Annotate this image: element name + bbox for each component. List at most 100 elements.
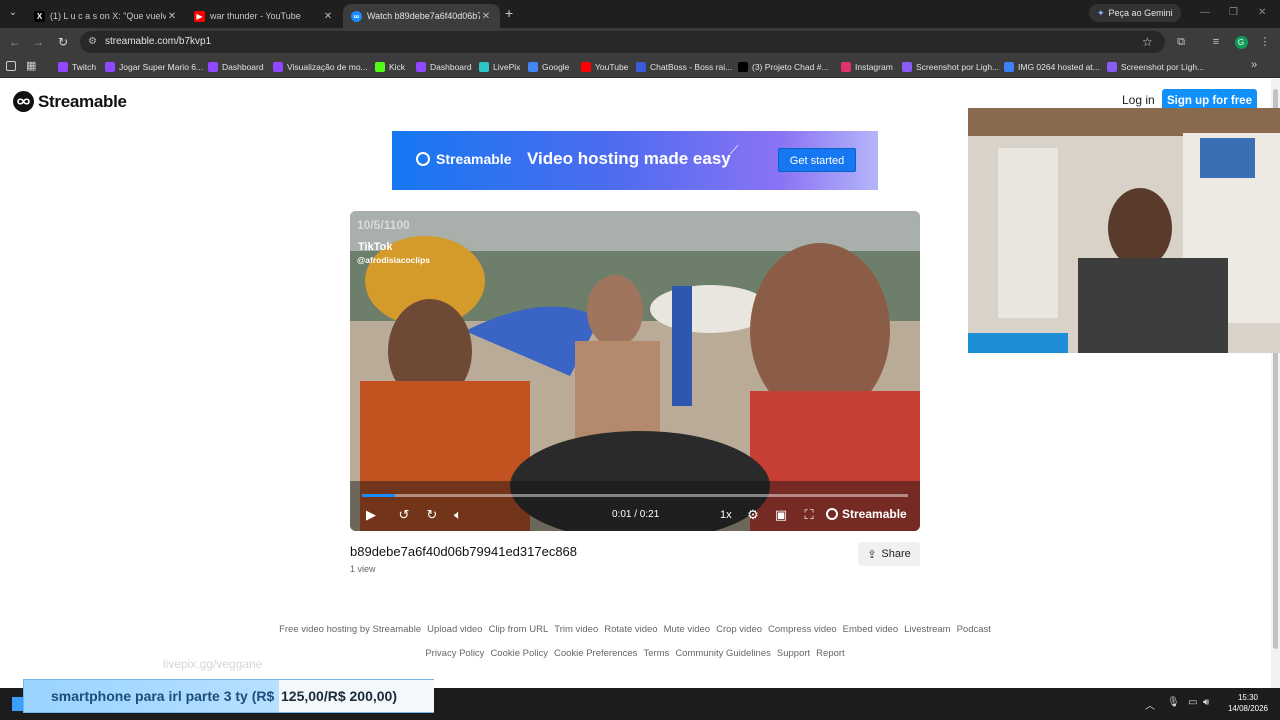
speaker-icon[interactable]: 🔊︎ (1203, 697, 1209, 708)
window-close-icon[interactable]: ✕ (1258, 7, 1266, 18)
bookmark-favicon-icon (273, 62, 283, 72)
site-info-icon[interactable]: ⚙ (88, 31, 97, 53)
streamable-icon (416, 152, 430, 166)
reload-icon[interactable]: ↻ (55, 34, 71, 50)
bookmark-favicon-icon (58, 62, 68, 72)
clock-date: 14/08/2026 (1227, 704, 1269, 713)
network-icon[interactable]: ▭ (1188, 697, 1197, 708)
forward-icon[interactable]: ↻ (422, 505, 442, 525)
tiktok-brand: TikTok (358, 241, 393, 253)
rewind-icon[interactable]: ↺ (394, 505, 414, 525)
donation-text: smartphone para irl parte 3 ty (R$ (51, 688, 275, 704)
bookmark-label: Dashboard (222, 62, 264, 72)
footer-link[interactable]: Podcast (957, 624, 991, 635)
login-link[interactable]: Log in (1122, 93, 1155, 107)
close-icon[interactable]: ✕ (166, 11, 178, 22)
speed-button[interactable]: 1x (720, 509, 732, 521)
back-icon[interactable]: ← (7, 34, 23, 50)
footer-link[interactable]: Cookie Policy (490, 648, 548, 659)
menu-kebab-icon[interactable]: ⋮ (1257, 34, 1273, 50)
volume-icon[interactable]: 🔈︎ (448, 505, 468, 525)
fullscreen-icon[interactable]: ⛶ (799, 505, 819, 525)
play-icon[interactable]: ▶ (361, 505, 381, 525)
bookmark-item[interactable]: YouTube (581, 60, 628, 74)
microphone-icon[interactable]: 🎙︎ (1167, 697, 1180, 708)
streamable-watermark[interactable]: Streamable (826, 507, 907, 521)
minimize-icon[interactable]: — (1200, 7, 1210, 18)
bookmark-favicon-icon (1107, 62, 1117, 72)
footer-link[interactable]: Privacy Policy (425, 648, 484, 659)
footer-link[interactable]: Trim video (554, 624, 598, 635)
promo-banner[interactable]: Streamable Video hosting made easy ⟋ Get… (392, 131, 878, 190)
footer-link[interactable]: Livestream (904, 624, 950, 635)
bookmarks-bar: ▦ Twitch Jogar Super Mario 6... Dashboard V… (0, 56, 1280, 78)
bookmark-item[interactable]: Jogar Super Mario 6... (105, 60, 203, 74)
profile-avatar[interactable]: G (1233, 34, 1249, 50)
footer-link[interactable]: Upload video (427, 624, 482, 635)
bookmark-item[interactable]: LivePix (479, 60, 520, 74)
share-button[interactable]: ⇪ Share (858, 542, 920, 566)
settings-gear-icon[interactable]: ⚙ (743, 505, 763, 525)
bookmark-label: Instagram (855, 62, 893, 72)
bookmark-favicon-icon (1004, 62, 1014, 72)
bookmark-square-icon[interactable] (6, 61, 16, 71)
bookmark-favicon-icon (636, 62, 646, 72)
taskbar-clock[interactable]: 15:30 14/08/2026 (1222, 692, 1274, 714)
bookmark-item[interactable]: Dashboard (416, 60, 472, 74)
bookmark-favicon-icon (738, 62, 748, 72)
close-icon[interactable]: ✕ (322, 11, 334, 22)
video-frame (350, 211, 920, 531)
footer-link[interactable]: Clip from URL (489, 624, 549, 635)
restore-icon[interactable]: ❐ (1229, 7, 1238, 18)
more-bookmarks-icon[interactable]: » (1251, 59, 1257, 71)
video-player[interactable]: 10/5/1100 TikTok @afrodisiacoclips ▶ ↺ ↻… (350, 211, 920, 531)
tab-streamable[interactable]: ∞ Watch b89debe7a6f40d06b799 ✕ (343, 4, 500, 28)
bookmark-item[interactable]: Screenshot por Ligh... (902, 60, 999, 74)
share-label: Share (881, 548, 911, 560)
bookmark-item[interactable]: Visualização de mo... (273, 60, 368, 74)
new-tab-button[interactable]: + (505, 5, 513, 21)
progress-bar[interactable] (362, 494, 908, 497)
footer-link[interactable]: Compress video (768, 624, 837, 635)
bookmark-item[interactable]: ChatBoss - Boss rai... (636, 60, 732, 74)
gemini-button[interactable]: ✦ Peça ao Gemini (1089, 4, 1181, 22)
footer-link[interactable]: Community Guidelines (675, 648, 771, 659)
streamable-icon: ∞ (351, 10, 362, 22)
footer-link[interactable]: Cookie Preferences (554, 648, 637, 659)
bookmark-item[interactable]: Kick (375, 60, 405, 74)
bookmark-item[interactable]: Twitch (58, 60, 96, 74)
bookmark-item[interactable]: Google (528, 60, 569, 74)
tab-youtube[interactable]: ▶ war thunder - YouTube ✕ (186, 4, 342, 28)
footer-link[interactable]: Mute video (664, 624, 710, 635)
picture-in-picture-icon[interactable]: ▣ (771, 505, 791, 525)
tab-search-icon[interactable]: ⌄ (6, 6, 20, 20)
get-started-button[interactable]: Get started (778, 148, 856, 172)
footer-link[interactable]: Support (777, 648, 810, 659)
footer-link[interactable]: Terms (643, 648, 669, 659)
tray-chevron-icon[interactable]: ︿ (1145, 697, 1155, 712)
streamable-logo[interactable]: Streamable (13, 91, 127, 112)
bookmark-item[interactable]: IMG 0264 hosted at... (1004, 60, 1100, 74)
footer-link[interactable]: Rotate video (604, 624, 657, 635)
media-controls-icon[interactable]: ≡ (1208, 34, 1224, 50)
banner-logo-text: Streamable (436, 151, 512, 167)
tab-x-post[interactable]: X (1) L u c a s on X: "Que vuelva l ✕ (26, 4, 186, 28)
bookmark-item[interactable]: Dashboard (208, 60, 264, 74)
bookmark-item[interactable]: (3) Projeto Chad #... (738, 60, 829, 74)
gemini-label: Peça ao Gemini (1108, 8, 1173, 18)
donation-amount: 125,00/R$ 200,00) (279, 680, 434, 712)
extensions-icon[interactable]: ⧉ (1173, 34, 1189, 50)
bookmark-item[interactable]: Instagram (841, 60, 893, 74)
bookmark-item[interactable]: Screenshot por Ligh... (1107, 60, 1204, 74)
webcam-overlay (968, 108, 1280, 353)
address-bar[interactable]: ⚙ streamable.com/b7kvp1 ☆ (80, 31, 1165, 53)
close-icon[interactable]: ✕ (480, 11, 492, 22)
footer-link[interactable]: Free video hosting by Streamable (279, 624, 421, 635)
footer-link[interactable]: Embed video (843, 624, 898, 635)
footer-link[interactable]: Report (816, 648, 845, 659)
apps-grid-icon[interactable]: ▦ (26, 59, 36, 72)
forward-icon[interactable]: → (30, 34, 46, 50)
footer-link[interactable]: Crop video (716, 624, 762, 635)
bookmark-favicon-icon (902, 62, 912, 72)
bookmark-star-icon[interactable]: ☆ (1142, 31, 1153, 53)
